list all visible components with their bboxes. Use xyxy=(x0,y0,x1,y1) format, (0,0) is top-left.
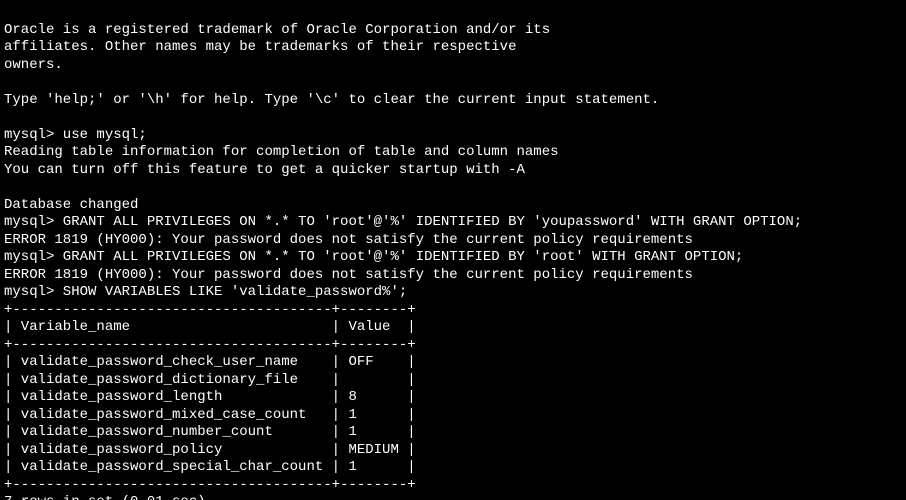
turn-off-msg: You can turn off this feature to get a q… xyxy=(4,162,525,178)
prompt-grant-2: mysql> GRANT ALL PRIVILEGES ON *.* TO 'r… xyxy=(4,249,743,265)
intro-line: affiliates. Other names may be trademark… xyxy=(4,39,516,55)
error-1819-msg: ERROR 1819 (HY000): Your password does n… xyxy=(4,232,693,248)
reading-tables-msg: Reading table information for completion… xyxy=(4,144,559,160)
table-border: +--------------------------------------+… xyxy=(4,302,416,318)
table-row: | validate_password_mixed_case_count | 1… xyxy=(4,407,416,423)
table-row: | validate_password_dictionary_file | | xyxy=(4,372,416,388)
table-border: +--------------------------------------+… xyxy=(4,477,416,493)
table-border: +--------------------------------------+… xyxy=(4,337,416,353)
table-row: | validate_password_policy | MEDIUM | xyxy=(4,442,416,458)
table-header: | Variable_name | Value | xyxy=(4,319,416,335)
table-row: | validate_password_special_char_count |… xyxy=(4,459,416,475)
prompt-grant-1: mysql> GRANT ALL PRIVILEGES ON *.* TO 'r… xyxy=(4,214,802,230)
terminal-output[interactable]: Oracle is a registered trademark of Orac… xyxy=(0,0,906,500)
intro-line: owners. xyxy=(4,57,63,73)
rows-in-set-msg: 7 rows in set (0.01 sec) xyxy=(4,494,206,500)
table-row: | validate_password_length | 8 | xyxy=(4,389,416,405)
db-changed-msg: Database changed xyxy=(4,197,138,213)
prompt-show-variables: mysql> SHOW VARIABLES LIKE 'validate_pas… xyxy=(4,284,407,300)
table-row: | validate_password_number_count | 1 | xyxy=(4,424,416,440)
intro-line: Oracle is a registered trademark of Orac… xyxy=(4,22,550,38)
table-row: | validate_password_check_user_name | OF… xyxy=(4,354,416,370)
error-1819-msg: ERROR 1819 (HY000): Your password does n… xyxy=(4,267,693,283)
intro-line: Type 'help;' or '\h' for help. Type '\c'… xyxy=(4,92,659,108)
prompt-use-mysql: mysql> use mysql; xyxy=(4,127,147,143)
